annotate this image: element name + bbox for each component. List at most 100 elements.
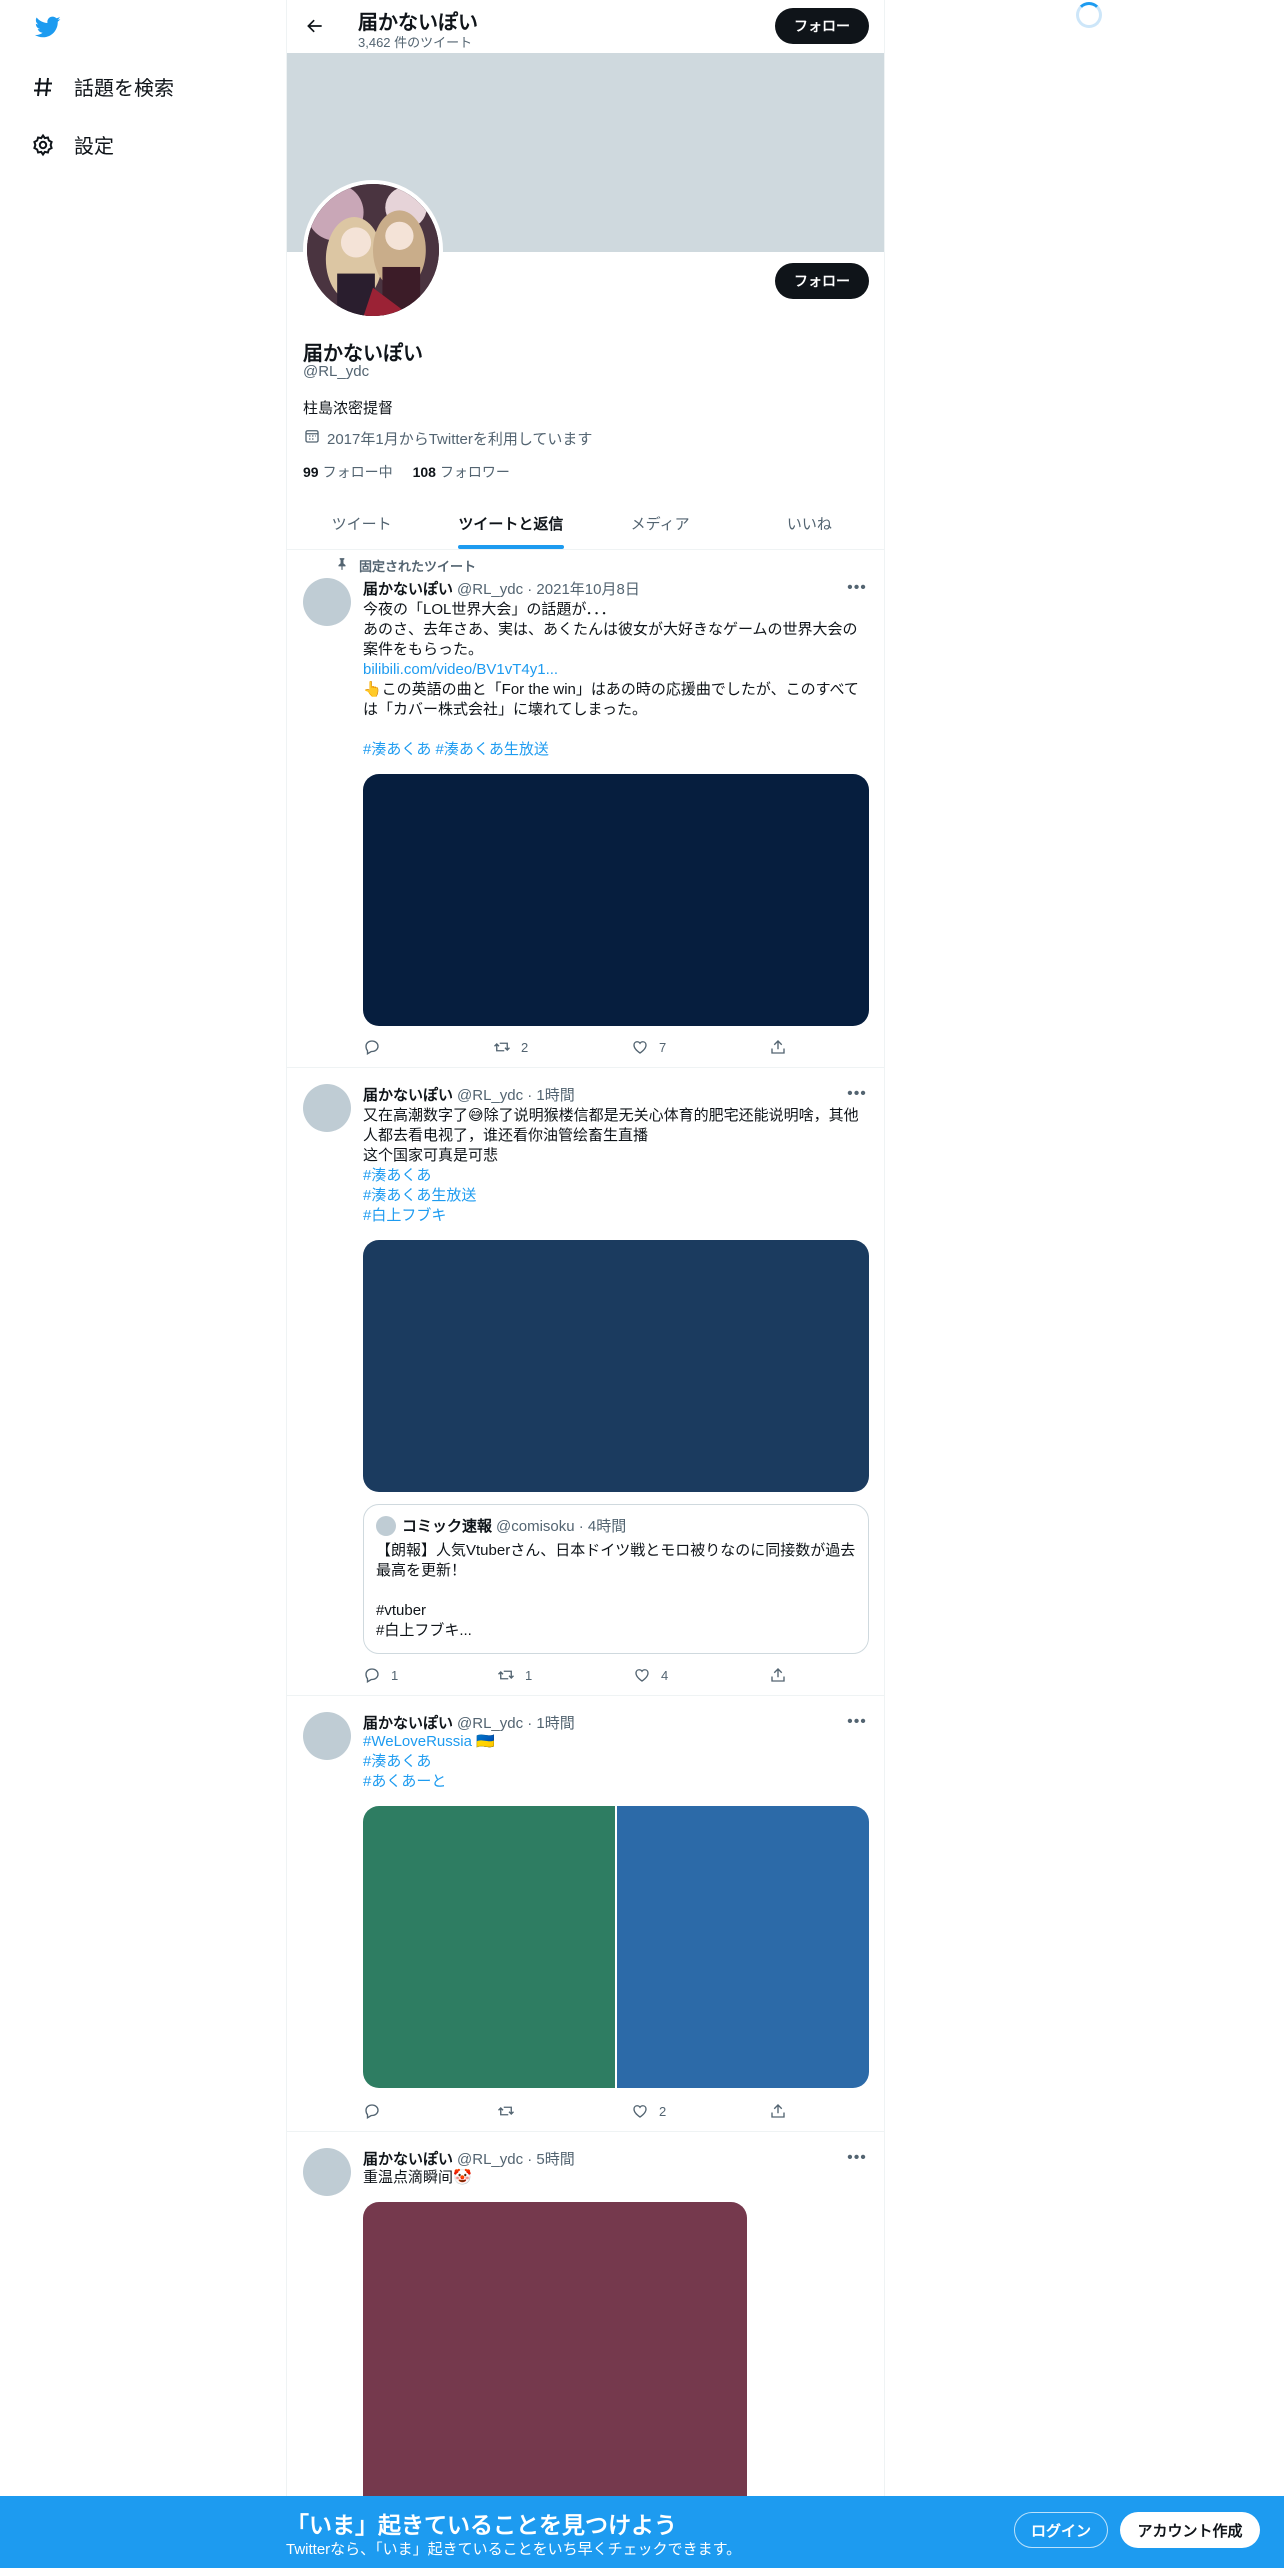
tweet-media[interactable] xyxy=(363,1240,869,1492)
retweet-count: 1 xyxy=(525,1667,533,1683)
tweet-header: 届かないぽい @RL_ydc · 1時間 xyxy=(363,1712,575,1733)
retweet-count: 2 xyxy=(521,1039,529,1055)
header-follow-button[interactable]: フォロー xyxy=(775,8,869,44)
share-button[interactable] xyxy=(769,2102,787,2120)
tweet-hashtag[interactable]: #WeLoveRussia xyxy=(363,1733,472,1750)
tweet-author-name[interactable]: 届かないぽい xyxy=(363,578,453,599)
tweet-line: 这个国家可真是可悲 xyxy=(363,1147,499,1164)
tweet-hashtag[interactable]: #白上フブキ xyxy=(363,1206,871,1226)
tweet-line: 👆この英語の曲と「For the win」はあの時の応援曲でしたが、このすべて xyxy=(363,681,859,698)
pinned-label: 固定されたツイート xyxy=(359,559,477,574)
pinned-indicator: 固定されたツイート xyxy=(335,556,476,575)
tweet-text: #WeLoveRussia 🇺🇦 #湊あくあ #あくあーと xyxy=(363,1732,871,1792)
tweet-line: あのさ、去年さあ、実は、あくたんは彼女が大好きなゲームの世界大会の xyxy=(363,621,858,638)
tweet-actions: 2 7 xyxy=(363,1038,793,1058)
calendar-icon xyxy=(303,427,321,449)
tweet-media[interactable] xyxy=(363,774,869,1026)
nav-explore[interactable]: 話題を検索 xyxy=(30,72,174,101)
more-options-icon[interactable]: ••• xyxy=(847,579,867,596)
tweet-hashtag[interactable]: #湊あくあ xyxy=(363,1166,871,1186)
nav-settings-label: 設定 xyxy=(74,136,114,158)
heart-icon xyxy=(635,1669,649,1682)
retweet-icon xyxy=(498,2106,514,2116)
avatar[interactable] xyxy=(303,578,351,626)
tab-likes[interactable]: いいね xyxy=(735,497,884,549)
share-icon xyxy=(771,1668,785,1682)
tweet[interactable]: 届かないぽい @RL_ydc · 1時間 ••• 又在高潮数字了😅除了说明猴楼信… xyxy=(287,1068,884,1696)
tweet-hashtag[interactable]: #湊あくあ生放送 xyxy=(363,1186,871,1206)
tweet-line: 又在高潮数字了😅除了说明猴楼信都是无关心体育的肥宅还能说明啥，其他 xyxy=(363,1107,859,1124)
tweet-meta: @RL_ydc · 2021年10月8日 xyxy=(457,581,640,598)
share-button[interactable] xyxy=(769,1038,787,1056)
followers-link[interactable]: 108 フォロワー xyxy=(413,462,510,482)
more-options-icon[interactable]: ••• xyxy=(847,2149,867,2166)
tweet-author-name[interactable]: 届かないぽい xyxy=(363,2148,453,2169)
twitter-logo-icon[interactable] xyxy=(33,14,63,40)
tweet-author-name[interactable]: 届かないぽい xyxy=(363,1712,453,1733)
tweet-hashtag[interactable]: #あくあーと xyxy=(363,1772,871,1792)
tweet-line: 今夜の「LOL世界大会」の話題が．．． xyxy=(363,601,616,618)
nav-settings[interactable]: 設定 xyxy=(30,130,114,159)
tweet-header: 届かないぽい @RL_ydc · 1時間 xyxy=(363,1084,575,1105)
reply-icon xyxy=(365,1668,379,1683)
following-link[interactable]: 99 フォロー中 xyxy=(303,462,393,482)
retweet-button[interactable]: 2 xyxy=(493,1038,528,1056)
avatar[interactable] xyxy=(303,1084,351,1132)
profile-tabs: ツイート ツイートと返信 メディア いいね xyxy=(287,497,884,550)
reply-count: 1 xyxy=(391,1667,399,1683)
signup-button[interactable]: アカウント作成 xyxy=(1120,2512,1260,2548)
retweet-icon xyxy=(498,1670,514,1680)
following-label: フォロー中 xyxy=(322,464,393,480)
tweet-line: は「カバー株式会社」に壊れてしまった。 xyxy=(363,701,647,718)
quoted-tweet[interactable]: コミック速報 @comisoku · 4時間 【朗報】人気Vtuberさん、日本… xyxy=(363,1504,869,1654)
back-arrow-icon[interactable] xyxy=(301,12,329,40)
tweet-media-right[interactable] xyxy=(617,1806,869,2088)
tweet-link[interactable]: bilibili.com/video/BV1vT4y1... xyxy=(363,660,871,680)
retweet-button[interactable]: 1 xyxy=(497,1666,532,1684)
reply-button[interactable] xyxy=(363,2102,381,2120)
more-options-icon[interactable]: ••• xyxy=(847,1713,867,1730)
tweet-actions: 1 1 4 xyxy=(363,1666,793,1686)
like-button[interactable]: 4 xyxy=(633,1666,668,1684)
quoted-line xyxy=(376,1581,858,1601)
profile-joined-text: 2017年1月からTwitterを利用しています xyxy=(327,430,593,448)
retweet-button[interactable] xyxy=(497,2102,515,2120)
tab-tweets-and-replies[interactable]: ツイートと返信 xyxy=(436,497,585,549)
tweet-author-name[interactable]: 届かないぽい xyxy=(363,1084,453,1105)
tweet-hashtags[interactable]: #湊あくあ #湊あくあ生放送 xyxy=(363,740,871,760)
tweet-meta: @RL_ydc · 5時間 xyxy=(457,2151,575,2168)
profile-follow-button[interactable]: フォロー xyxy=(775,263,869,299)
reply-button[interactable] xyxy=(363,1038,391,1056)
quoted-line: 最高を更新！ xyxy=(376,1562,467,1579)
pin-icon xyxy=(335,557,349,574)
profile-bio: 柱島浓密提督 xyxy=(303,400,394,417)
avatar[interactable] xyxy=(303,2148,351,2196)
like-button[interactable]: 7 xyxy=(631,1038,666,1056)
tweet-media-left[interactable] xyxy=(363,1806,615,2088)
header-tweet-count: 3,462 件のツイート xyxy=(358,35,473,50)
avatar[interactable] xyxy=(303,1712,351,1760)
signup-banner-subtitle: Twitterなら、「いま」起きていることをいち早くチェックできます。 xyxy=(286,2541,742,2558)
quoted-text: 【朗報】人気Vtuberさん、日本ドイツ戦とモロ被りなのに同接数が過去 最高を更… xyxy=(376,1541,858,1641)
tweet-pinned[interactable]: 固定されたツイート 届かないぽい @RL_ydc · 2021年10月8日 ••… xyxy=(287,550,884,1068)
quoted-author-name: コミック速報 xyxy=(402,1518,493,1535)
share-button[interactable] xyxy=(769,1666,787,1684)
tab-media[interactable]: メディア xyxy=(586,497,735,549)
tweet-header: 届かないぽい @RL_ydc · 2021年10月8日 xyxy=(363,578,640,599)
tweet-hashtag[interactable]: #湊あくあ xyxy=(363,1752,871,1772)
profile-joined: 2017年1月からTwitterを利用しています xyxy=(303,427,592,449)
quoted-line: #白上フブキ... xyxy=(376,1622,472,1639)
profile-avatar[interactable] xyxy=(303,180,443,320)
tweet-line: 重温点滴瞬间🤡 xyxy=(363,2169,472,2186)
login-button[interactable]: ログイン xyxy=(1014,2512,1108,2548)
tab-tweets[interactable]: ツイート xyxy=(287,497,436,549)
primary-column: 届かないぽい 3,462 件のツイート フォロー フォロー 届かないぽい @RL… xyxy=(286,0,885,2568)
retweet-icon xyxy=(494,1042,510,1052)
nav-explore-label: 話題を検索 xyxy=(74,78,174,100)
reply-button[interactable]: 1 xyxy=(363,1666,398,1684)
tweet[interactable]: 届かないぽい @RL_ydc · 1時間 ••• #WeLoveRussia 🇺… xyxy=(287,1696,884,2132)
heart-icon xyxy=(633,2105,647,2118)
quoted-line: 【朗報】人気Vtuberさん、日本ドイツ戦とモロ被りなのに同接数が過去 xyxy=(376,1542,856,1559)
like-button[interactable]: 2 xyxy=(631,2102,666,2120)
more-options-icon[interactable]: ••• xyxy=(847,1085,867,1102)
